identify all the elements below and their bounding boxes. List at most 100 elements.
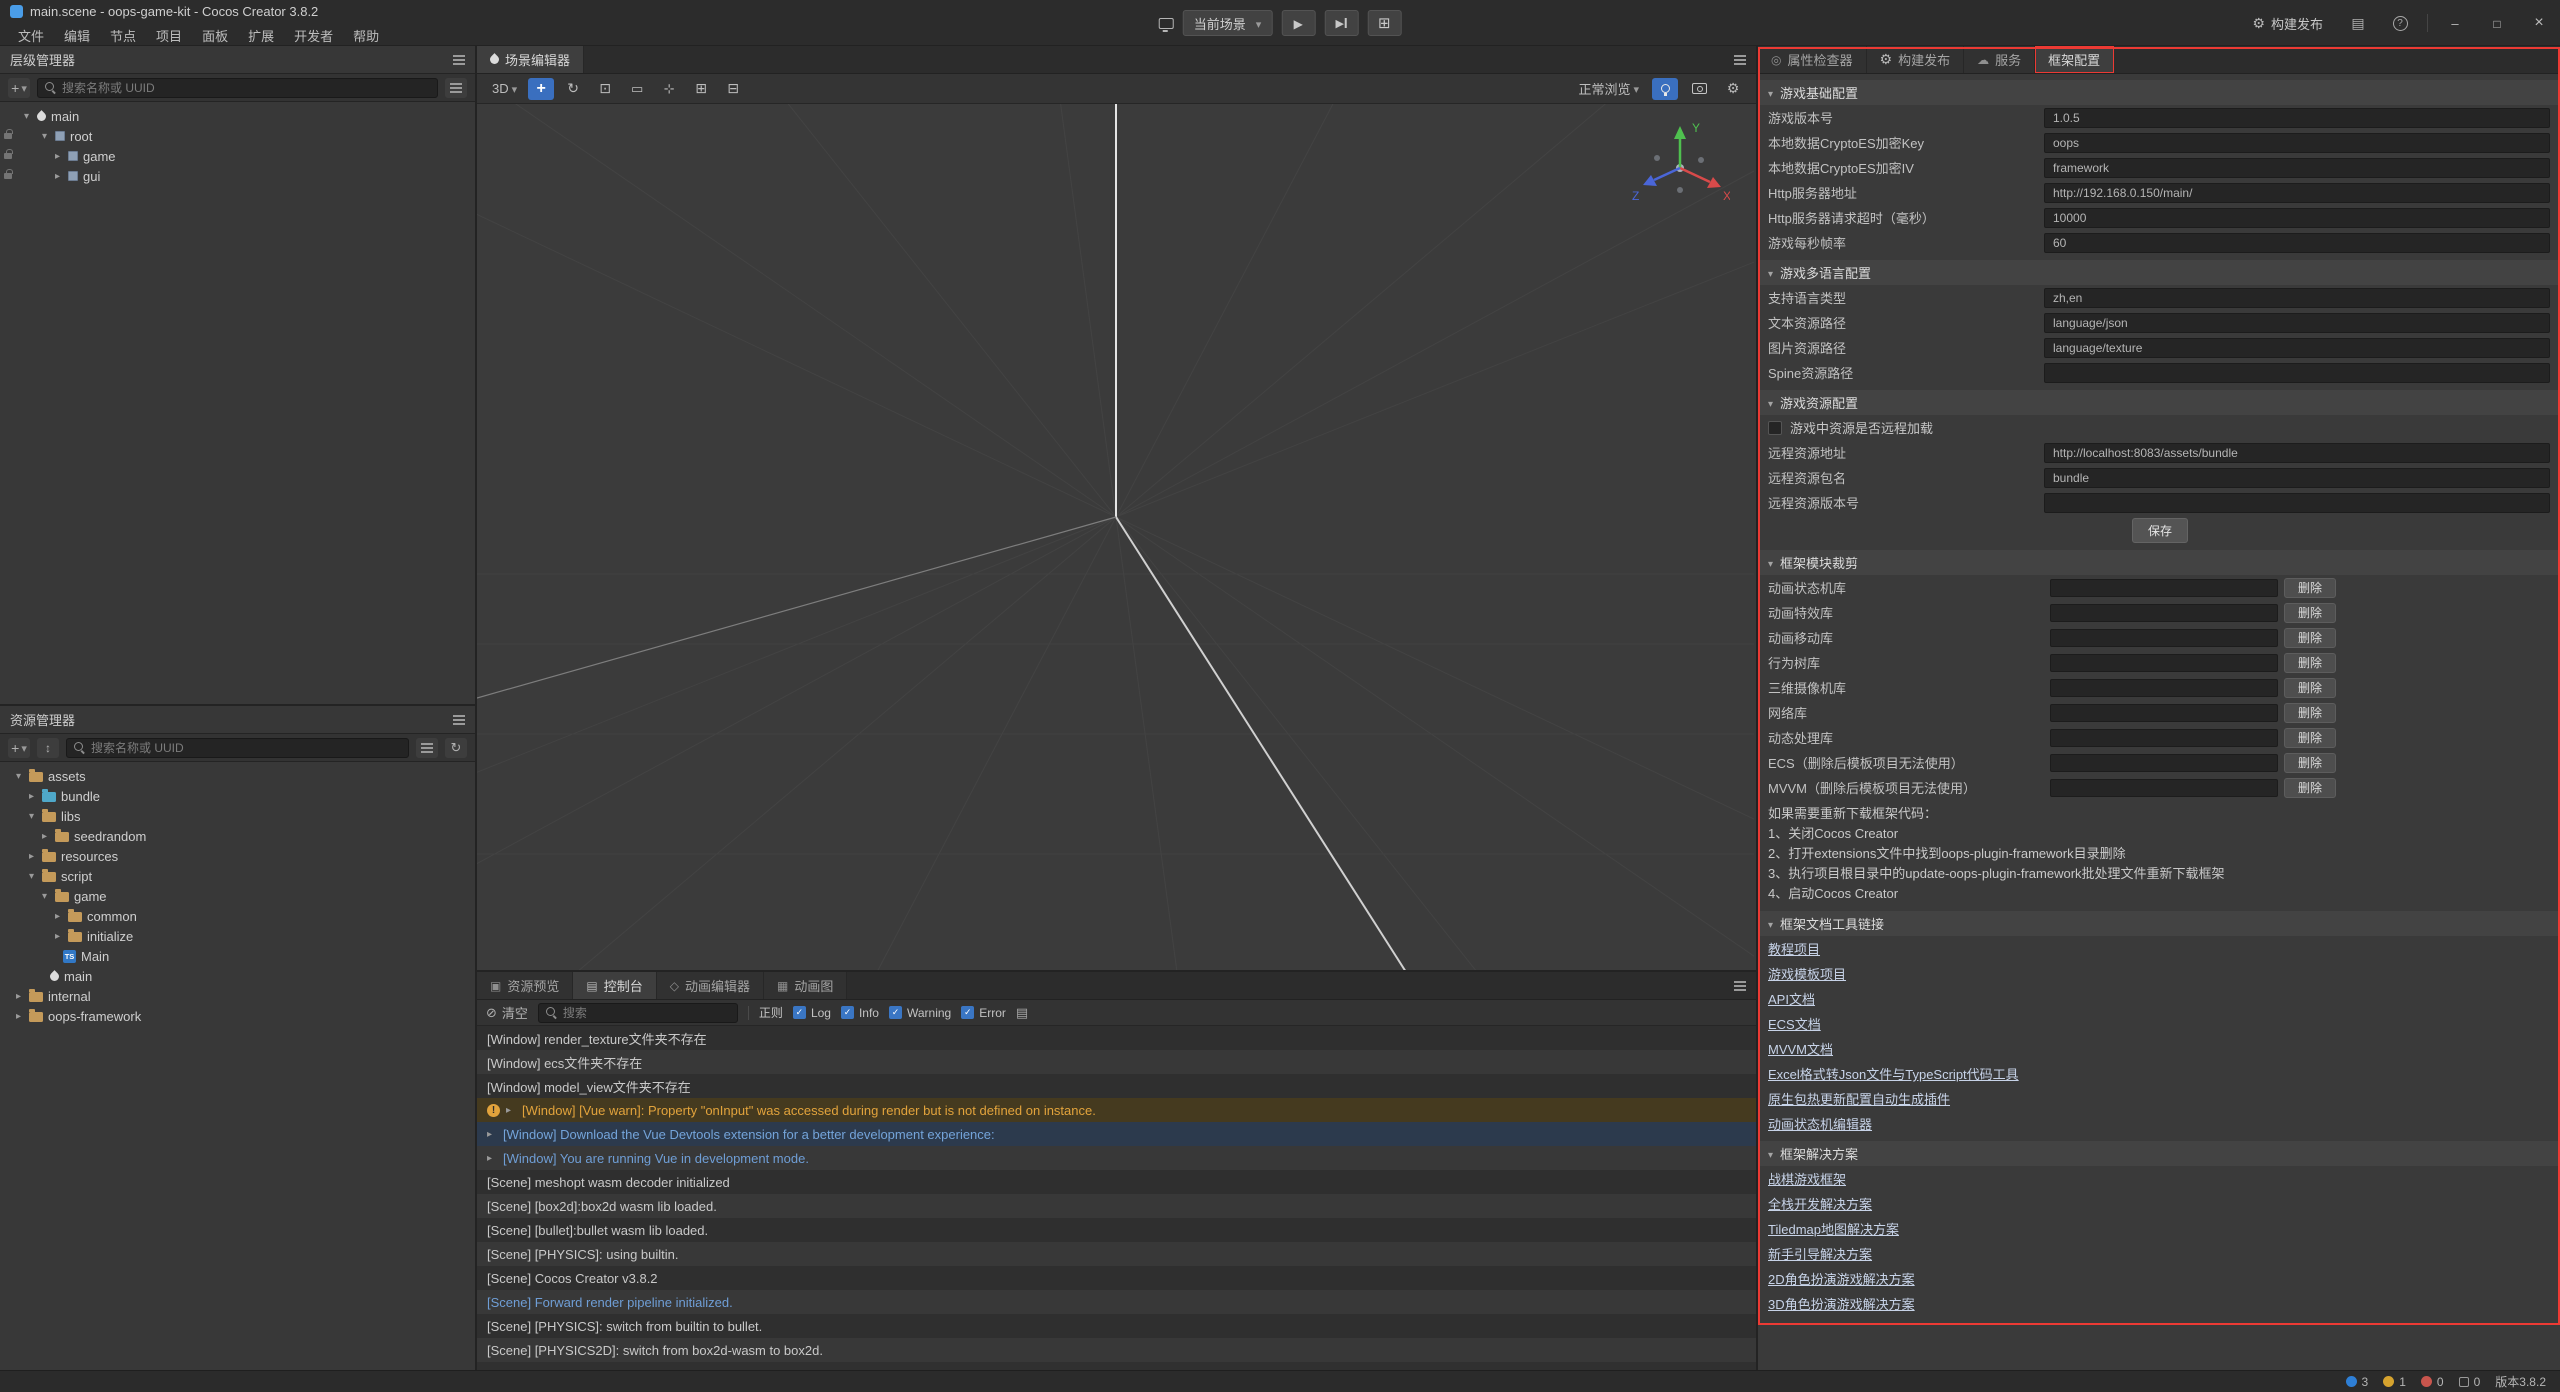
asset-item[interactable]: common xyxy=(0,906,475,926)
preview-target-icon[interactable] xyxy=(1159,18,1174,29)
camera-settings-button[interactable] xyxy=(1686,78,1712,100)
asset-item[interactable]: seedrandom xyxy=(0,826,475,846)
delete-module-button[interactable]: 删除 xyxy=(2284,628,2336,648)
lock-gutter[interactable] xyxy=(0,153,16,159)
play-button[interactable] xyxy=(1281,10,1315,36)
expand-arrow-icon[interactable] xyxy=(506,1105,516,1116)
asset-item[interactable]: internal xyxy=(0,986,475,1006)
expand-arrow-icon[interactable] xyxy=(13,991,24,1002)
expand-arrow-icon[interactable] xyxy=(52,931,63,942)
panel-menu-icon[interactable] xyxy=(1734,59,1746,61)
expand-arrow-icon[interactable] xyxy=(13,1011,24,1022)
clear-console-button[interactable]: 清空 xyxy=(486,1003,528,1023)
log-row-info[interactable]: [Scene] Forward render pipeline initiali… xyxy=(477,1290,1756,1314)
menu-node[interactable]: 节点 xyxy=(102,25,144,46)
refresh-assets-button[interactable] xyxy=(445,738,467,758)
tab-console[interactable]: ▤控制台 xyxy=(573,972,656,999)
section-header-modules[interactable]: 框架模块裁剪 xyxy=(1758,550,2560,575)
delete-module-button[interactable]: 删除 xyxy=(2284,603,2336,623)
layout-button[interactable] xyxy=(1367,10,1401,36)
expand-arrow-icon[interactable] xyxy=(39,891,50,902)
expand-arrow-icon[interactable] xyxy=(26,871,37,882)
menu-file[interactable]: 文件 xyxy=(10,25,52,46)
gizmo-tool-button[interactable] xyxy=(656,78,682,100)
build-publish-button[interactable]: 构建发布 xyxy=(2238,14,2337,33)
delete-module-button[interactable]: 删除 xyxy=(2284,653,2336,673)
expand-arrow-icon[interactable] xyxy=(487,1129,497,1140)
asset-item[interactable]: game xyxy=(0,886,475,906)
asset-item[interactable]: assets xyxy=(0,766,475,786)
menu-project[interactable]: 项目 xyxy=(148,25,190,46)
property-input[interactable] xyxy=(2044,493,2550,513)
hierarchy-filter-button[interactable] xyxy=(445,78,467,98)
assets-filter-button[interactable] xyxy=(416,738,438,758)
module-path-field[interactable] xyxy=(2050,754,2278,772)
log-row[interactable]: [Scene] Cocos Creator v3.8.2 xyxy=(477,1266,1756,1290)
lock-icon[interactable] xyxy=(4,153,12,159)
doc-link[interactable]: ECS文档 xyxy=(1768,1014,1821,1033)
property-input[interactable] xyxy=(2044,363,2550,383)
create-node-button[interactable] xyxy=(8,78,30,98)
property-input[interactable] xyxy=(2044,183,2550,203)
asset-item[interactable]: initialize xyxy=(0,926,475,946)
delete-module-button[interactable]: 删除 xyxy=(2284,728,2336,748)
minimize-button[interactable] xyxy=(2434,0,2476,46)
expand-arrow-icon[interactable] xyxy=(52,151,63,162)
doc-link[interactable]: Excel格式转Json文件与TypeScript代码工具 xyxy=(1768,1064,2019,1083)
checkbox-unchecked[interactable] xyxy=(1768,421,1782,435)
module-path-field[interactable] xyxy=(2050,604,2278,622)
maximize-button[interactable] xyxy=(2476,0,2518,46)
doc-link[interactable]: API文档 xyxy=(1768,989,1815,1008)
close-button[interactable] xyxy=(2518,0,2560,46)
log-row-warning[interactable]: [Window] [Vue warn]: Property "onInput" … xyxy=(477,1098,1756,1122)
asset-item[interactable]: main xyxy=(0,966,475,986)
expand-arrow-icon[interactable] xyxy=(21,111,32,122)
scale-tool-button[interactable] xyxy=(592,78,618,100)
property-input[interactable] xyxy=(2044,468,2550,488)
status-error-count[interactable]: 0 xyxy=(2421,1375,2444,1389)
tab-scene-editor[interactable]: 场景编辑器 xyxy=(477,46,584,73)
tab-services[interactable]: ☁服务 xyxy=(1964,46,2035,73)
module-path-field[interactable] xyxy=(2050,704,2278,722)
tab-asset-preview[interactable]: ▣资源预览 xyxy=(477,972,573,999)
asset-item[interactable]: bundle xyxy=(0,786,475,806)
property-input[interactable] xyxy=(2044,338,2550,358)
delete-module-button[interactable]: 删除 xyxy=(2284,578,2336,598)
property-input[interactable] xyxy=(2044,288,2550,308)
solution-link[interactable]: 2D角色扮演游戏解决方案 xyxy=(1768,1269,1915,1288)
menu-developer[interactable]: 开发者 xyxy=(286,25,341,46)
status-task-count[interactable]: 0 xyxy=(2459,1375,2481,1389)
tab-animation-graph[interactable]: ▦动画图 xyxy=(764,972,847,999)
filter-error[interactable]: Error xyxy=(961,1006,1006,1020)
console-search-input[interactable] xyxy=(563,1006,730,1020)
expand-arrow-icon[interactable] xyxy=(26,791,37,802)
log-row-info[interactable]: [Window] You are running Vue in developm… xyxy=(477,1146,1756,1170)
filter-info[interactable]: Info xyxy=(841,1006,879,1020)
doc-link[interactable]: MVVM文档 xyxy=(1768,1039,1833,1058)
log-row-info[interactable]: [Window] Download the Vue Devtools exten… xyxy=(477,1122,1756,1146)
dimension-toggle-button[interactable]: 3D xyxy=(487,78,522,100)
asset-item[interactable]: script xyxy=(0,866,475,886)
hierarchy-search-input[interactable] xyxy=(62,81,430,95)
regex-toggle[interactable]: 正则 xyxy=(759,1004,783,1021)
expand-arrow-icon[interactable] xyxy=(39,831,50,842)
help-button[interactable] xyxy=(2379,0,2421,46)
panel-menu-icon[interactable] xyxy=(1734,985,1746,987)
collapse-logs-icon[interactable] xyxy=(1016,1005,1028,1021)
delete-module-button[interactable]: 删除 xyxy=(2284,678,2336,698)
save-button[interactable]: 保存 xyxy=(2132,518,2188,543)
rect-tool-button[interactable] xyxy=(624,78,650,100)
module-path-field[interactable] xyxy=(2050,779,2278,797)
doc-link[interactable]: 动画状态机编辑器 xyxy=(1768,1114,1872,1133)
create-asset-button[interactable] xyxy=(8,738,30,758)
tab-property-inspector[interactable]: ◎属性检查器 xyxy=(1758,46,1867,73)
expand-arrow-icon[interactable] xyxy=(52,171,63,182)
module-path-field[interactable] xyxy=(2050,654,2278,672)
snap-grid-button[interactable] xyxy=(688,78,714,100)
scene-settings-button[interactable] xyxy=(1720,78,1746,100)
rotate-tool-button[interactable] xyxy=(560,78,586,100)
log-row[interactable]: [Window] render_texture文件夹不存在 xyxy=(477,1026,1756,1050)
property-input[interactable] xyxy=(2044,133,2550,153)
tab-framework-config[interactable]: 框架配置 xyxy=(2035,46,2114,73)
snap-toggle-button[interactable] xyxy=(720,78,746,100)
